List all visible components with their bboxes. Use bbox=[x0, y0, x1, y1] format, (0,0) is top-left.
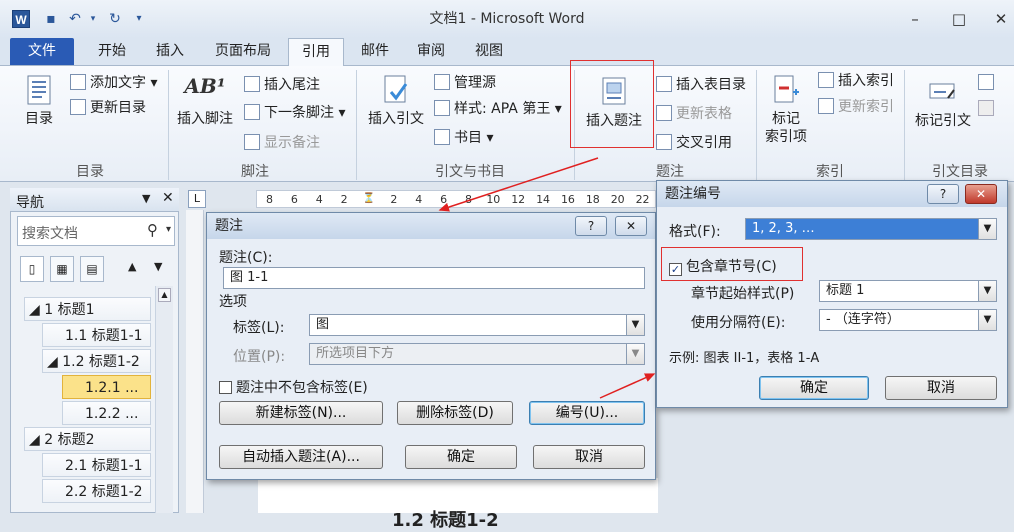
annotation-arrows bbox=[438, 157, 656, 399]
arrow-caption-to-dialog bbox=[438, 157, 599, 212]
arrow-numbering-to-dialog bbox=[599, 373, 656, 399]
